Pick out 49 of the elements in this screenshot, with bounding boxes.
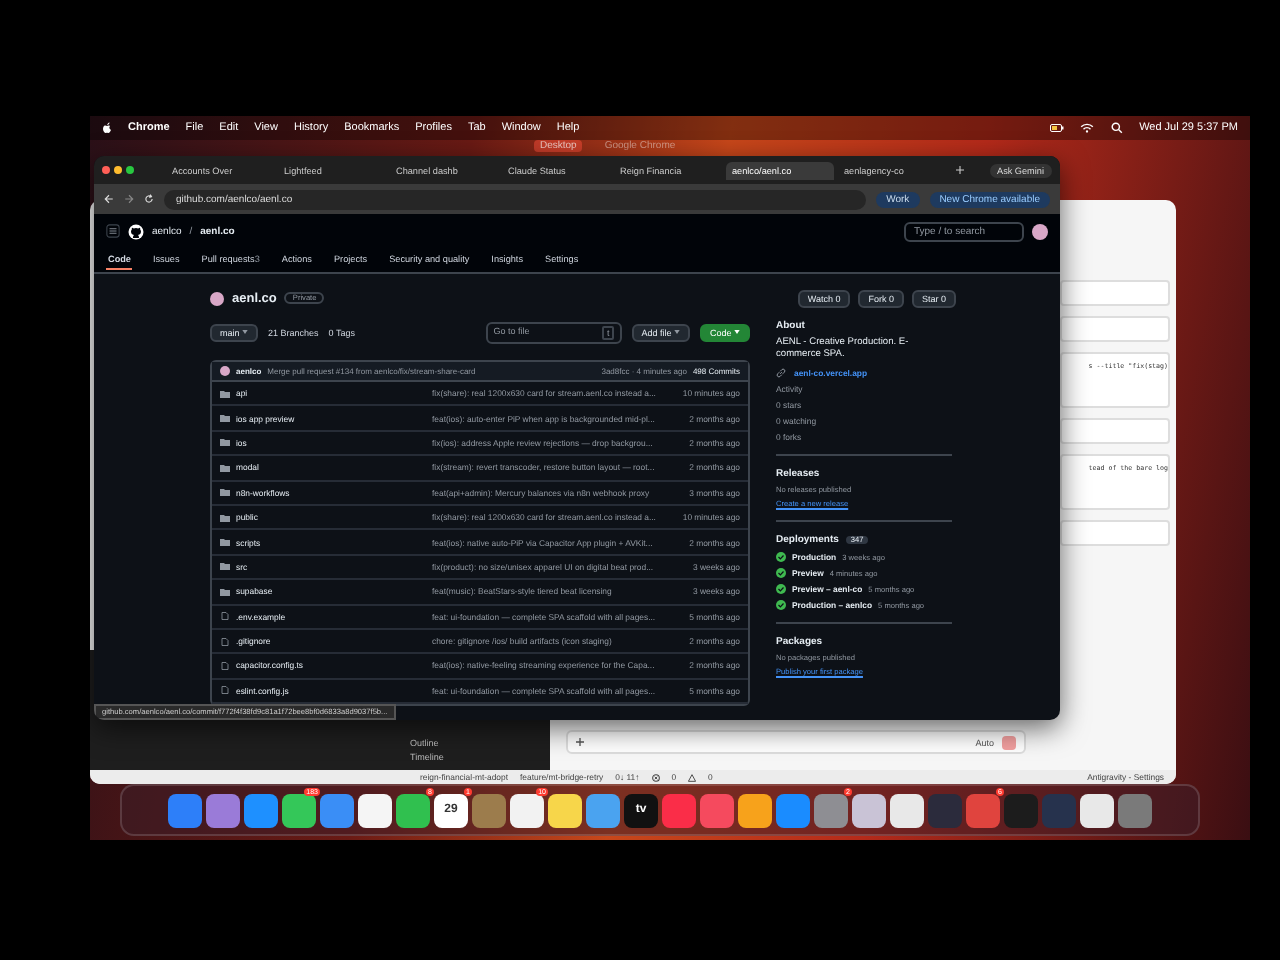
check-circle-icon [776, 600, 786, 610]
forward-arrow-icon[interactable] [124, 194, 134, 204]
octocat-logo-icon[interactable] [128, 223, 144, 239]
menu-icon[interactable] [106, 224, 120, 238]
plus-icon[interactable] [576, 738, 584, 746]
code-block [1060, 520, 1170, 546]
input-field[interactable] [1060, 280, 1170, 306]
reload-icon[interactable] [144, 194, 154, 204]
folder-icon [220, 562, 230, 571]
wifi-icon[interactable] [1079, 122, 1094, 134]
file-icon [220, 637, 230, 646]
folder-icon [220, 414, 230, 423]
app-icon[interactable] [890, 793, 924, 827]
folder-icon [220, 488, 230, 497]
avatar[interactable] [1032, 223, 1048, 239]
app-icon[interactable] [358, 793, 392, 827]
folder-icon [220, 513, 230, 522]
file-icon [220, 612, 230, 621]
link-icon [776, 368, 786, 378]
check-circle-icon [776, 568, 786, 578]
caret-icon [242, 330, 249, 335]
repo-avatar [210, 291, 224, 305]
minimize-button[interactable] [114, 166, 122, 174]
folder-icon [220, 438, 230, 447]
code-block [1060, 316, 1170, 342]
battery-icon[interactable] [1049, 122, 1064, 134]
error-icon [651, 773, 660, 781]
folder-icon [220, 389, 230, 398]
zoom-button[interactable] [126, 166, 134, 174]
code-block [1060, 418, 1170, 444]
app-icon[interactable] [548, 793, 582, 827]
check-circle-icon [776, 552, 786, 562]
file-icon [220, 686, 230, 695]
folder-icon [220, 463, 230, 472]
check-circle-icon [776, 584, 786, 594]
caret-icon [673, 330, 680, 335]
app-icon[interactable] [1080, 793, 1114, 827]
file-icon [220, 661, 230, 670]
app-icon[interactable] [852, 793, 886, 827]
search-icon[interactable] [1109, 122, 1124, 134]
folder-icon [220, 587, 230, 596]
apple-icon[interactable] [102, 122, 112, 134]
warning-icon [688, 773, 697, 781]
author-avatar [220, 366, 230, 376]
folder-icon [220, 538, 230, 547]
back-arrow-icon[interactable] [104, 194, 114, 204]
close-button[interactable] [102, 166, 110, 174]
new-tab-button[interactable] [956, 166, 964, 174]
caret-icon [734, 330, 740, 335]
